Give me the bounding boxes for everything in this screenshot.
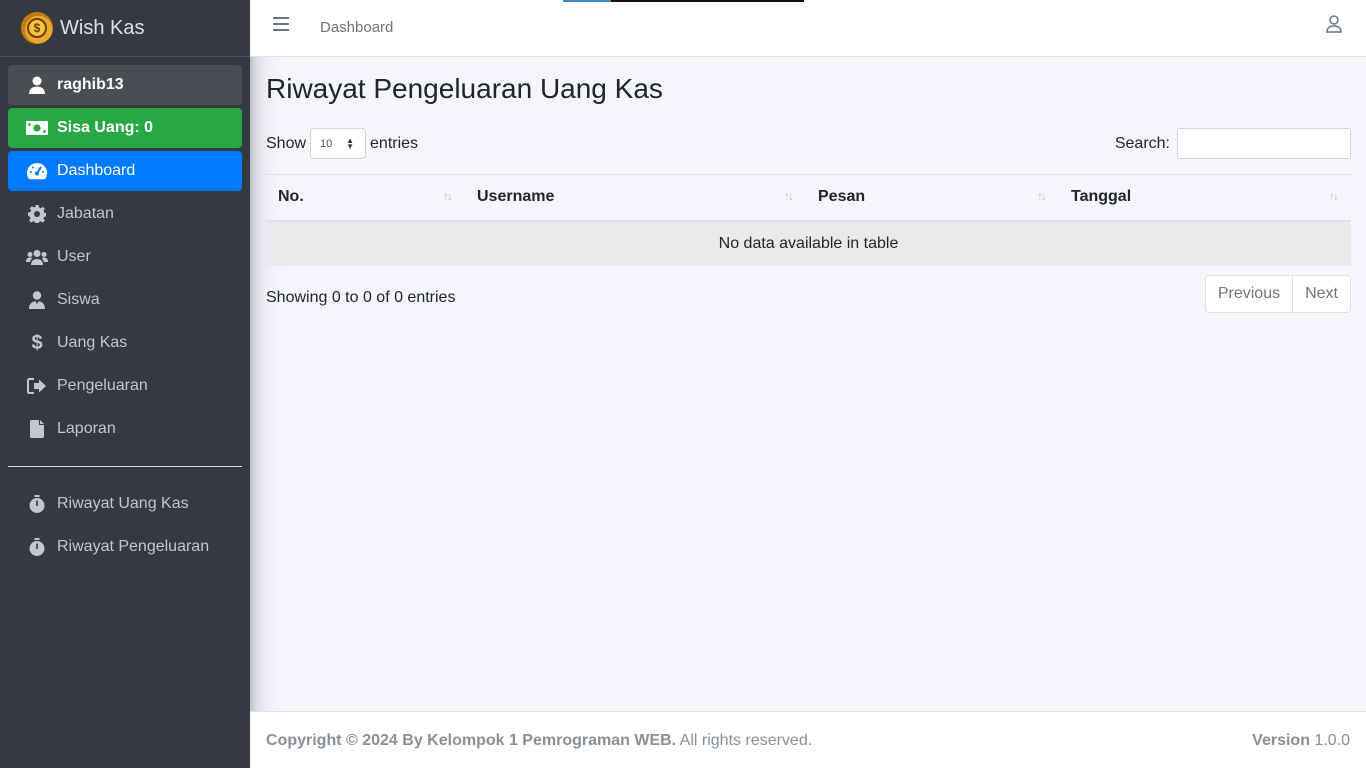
- sort-icon: ↑↓: [784, 189, 794, 203]
- copyright: Copyright © 2024 By Kelompok 1 Pemrogram…: [266, 732, 812, 750]
- search-input[interactable]: [1177, 128, 1351, 159]
- users-icon: [26, 246, 48, 268]
- sort-icon: ↑↓: [1037, 189, 1047, 203]
- sidebar-item-label: Laporan: [57, 420, 116, 437]
- sort-icon: ↑↓: [1329, 189, 1339, 203]
- column-header-no[interactable]: No. ↑↓: [266, 174, 465, 222]
- dollar-sign-icon: $: [31, 331, 43, 354]
- brand-name: Wish Kas: [60, 16, 145, 39]
- empty-table-message: No data available in table: [266, 220, 1351, 266]
- stopwatch-icon: [26, 493, 48, 515]
- sign-out-icon: [26, 375, 48, 397]
- entries-length: Show 10 ▲ ▼ entries: [266, 128, 418, 159]
- table-search: Search:: [1115, 128, 1351, 159]
- sort-arrows-icon: ▲ ▼: [346, 136, 355, 151]
- copyright-rest: All rights reserved.: [676, 732, 813, 749]
- sidebar-user-label: raghib13: [57, 76, 124, 93]
- nav-link-dashboard[interactable]: Dashboard: [320, 19, 393, 36]
- sidebar-item-label: User: [57, 248, 91, 265]
- sidebar-item-label: Riwayat Pengeluaran: [57, 538, 210, 555]
- user-icon: [26, 74, 48, 96]
- table-controls: Show 10 ▲ ▼ entries Search:: [266, 128, 1351, 178]
- sidebar-item-label: Riwayat Uang Kas: [57, 495, 189, 512]
- sidebar-item-uang-kas[interactable]: $ Uang Kas: [8, 323, 242, 363]
- sidebar-item-dashboard[interactable]: Dashboard: [8, 151, 242, 191]
- sidebar: $ Wish Kas raghib13 Sisa Uang: 0 Dashboa…: [0, 0, 250, 768]
- top-navbar: Dashboard: [250, 0, 1366, 57]
- coin-logo-icon: $: [21, 12, 53, 44]
- sidebar-item-label: Uang Kas: [57, 334, 128, 351]
- table-info: Showing 0 to 0 of 0 entries: [266, 288, 456, 306]
- sidebar-nav: raghib13 Sisa Uang: 0 Dashboard Jabatan …: [0, 57, 250, 567]
- sidebar-item-jabatan[interactable]: Jabatan: [8, 194, 242, 234]
- data-table: No. ↑↓ Username ↑↓ Pesan ↑↓ Tanggal ↑↓ N…: [266, 174, 1351, 266]
- version-value: 1.0.0: [1309, 732, 1350, 749]
- sidebar-item-label: Jabatan: [57, 205, 114, 222]
- column-header-tanggal[interactable]: Tanggal ↑↓: [1059, 174, 1351, 222]
- entries-select-value: 10: [320, 137, 333, 150]
- sidebar-item-siswa[interactable]: Siswa: [8, 280, 242, 320]
- sidebar-balance-label: Sisa Uang: 0: [57, 119, 154, 136]
- tachometer-icon: [26, 160, 48, 182]
- sidebar-item-user[interactable]: User: [8, 237, 242, 277]
- sidebar-item-pengeluaran[interactable]: Pengeluaran: [8, 366, 242, 406]
- sidebar-item-laporan[interactable]: Laporan: [8, 409, 242, 449]
- table-row: No data available in table: [266, 220, 1351, 266]
- gear-icon: [26, 203, 48, 225]
- money-bill-icon: [26, 117, 48, 139]
- sidebar-item-riwayat-uang-kas[interactable]: Riwayat Uang Kas: [8, 484, 242, 524]
- loading-bar: [563, 0, 804, 2]
- sidebar-user[interactable]: raghib13: [8, 65, 242, 105]
- entries-select[interactable]: 10 ▲ ▼: [310, 128, 367, 159]
- user-menu-icon[interactable]: [1326, 15, 1344, 35]
- user-tie-icon: [26, 289, 48, 311]
- sidebar-item-label: Siswa: [57, 291, 100, 308]
- copyright-bold: Copyright © 2024 By Kelompok 1 Pemrogram…: [266, 732, 677, 749]
- search-label: Search:: [1114, 134, 1170, 152]
- brand-link[interactable]: $ Wish Kas: [0, 0, 250, 57]
- sort-icon: ↑↓: [443, 189, 453, 203]
- stopwatch-icon: [26, 536, 48, 558]
- file-icon: [26, 418, 48, 440]
- sidebar-balance[interactable]: Sisa Uang: 0: [8, 108, 242, 148]
- version-label: Version: [1252, 732, 1310, 749]
- main-content: Riwayat Pengeluaran Uang Kas Show 10 ▲ ▼ …: [266, 57, 1351, 321]
- next-button[interactable]: Next: [1293, 274, 1351, 313]
- show-label: Show: [266, 134, 307, 152]
- entries-label: entries: [370, 134, 419, 152]
- column-header-username[interactable]: Username ↑↓: [465, 174, 806, 222]
- version: Version 1.0.0: [1252, 732, 1350, 750]
- menu-toggle-icon[interactable]: [273, 17, 289, 31]
- column-header-pesan[interactable]: Pesan ↑↓: [806, 174, 1059, 222]
- previous-button[interactable]: Previous: [1204, 274, 1294, 313]
- sidebar-item-label: Dashboard: [57, 162, 136, 179]
- page-title: Riwayat Pengeluaran Uang Kas: [266, 73, 663, 104]
- sidebar-divider: [8, 466, 242, 467]
- sidebar-item-label: Pengeluaran: [57, 377, 148, 394]
- pagination: Previous Next: [1204, 274, 1351, 313]
- sidebar-item-riwayat-pengeluaran[interactable]: Riwayat Pengeluaran: [8, 527, 242, 567]
- page-footer: Copyright © 2024 By Kelompok 1 Pemrogram…: [250, 711, 1366, 768]
- table-footer: Showing 0 to 0 of 0 entries Previous Nex…: [266, 274, 1351, 321]
